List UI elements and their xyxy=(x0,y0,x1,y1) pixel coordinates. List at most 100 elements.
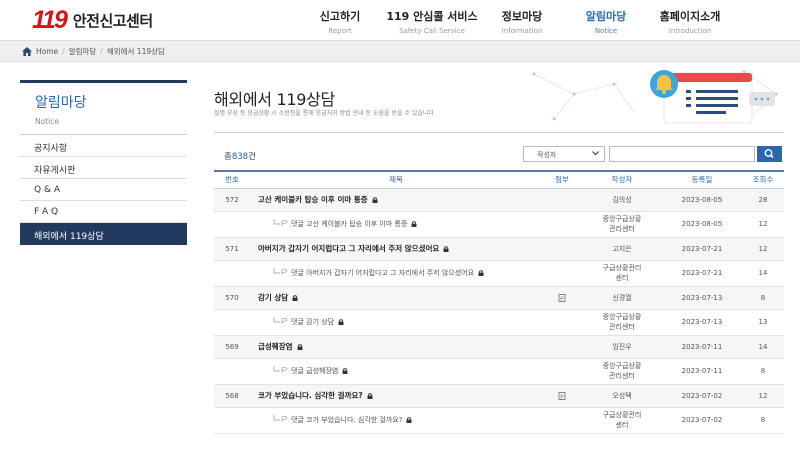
file-icon[interactable] xyxy=(558,391,566,400)
nav-sublabel: Safety Call Service xyxy=(399,27,465,35)
post-title-link[interactable]: 고산 케이블카 탑승 이후 이마 통증 xyxy=(258,195,368,204)
author-name: 김의성 xyxy=(612,195,632,204)
cell-author: 중앙구급상황 관리센터 xyxy=(582,358,662,385)
nav-notice[interactable]: 알림마당 Notice xyxy=(574,8,638,35)
post-title-link[interactable]: 감기 상담 xyxy=(306,318,334,326)
cell-title[interactable]: 아버지가 갑자기 어지럽다고 그 자리에서 주저 앉으셨어요 xyxy=(250,237,542,261)
cell-date: 2023-07-02 xyxy=(662,384,742,408)
cell-title[interactable]: 댓글 감기 상담 xyxy=(250,309,542,336)
cell-views: 12 xyxy=(742,237,784,261)
author-line1: 구급상황관리 xyxy=(602,264,642,272)
cell-views: 13 xyxy=(742,309,784,336)
nav-introduction[interactable]: 홈페이지소개 Introduction xyxy=(652,8,728,35)
cell-author: 중앙구급상황 관리센터 xyxy=(582,211,662,238)
lock-icon xyxy=(478,270,484,276)
cell-views: 8 xyxy=(742,407,784,434)
author-line2: 관리센터 xyxy=(609,225,635,233)
cell-no xyxy=(214,260,250,287)
cell-date: 2023-07-21 xyxy=(662,260,742,287)
table-row-post[interactable]: 572 고산 케이블카 탑승 이후 이마 통증 김의성 2023-08-05 28 xyxy=(214,188,784,212)
cell-no: 571 xyxy=(214,237,250,261)
table-body: 572 고산 케이블카 탑승 이후 이마 통증 김의성 2023-08-05 28 댓글 … xyxy=(214,188,784,434)
cell-title[interactable]: 고산 케이블카 탑승 이후 이마 통증 xyxy=(250,188,542,212)
home-icon[interactable] xyxy=(22,47,32,56)
author-line1: 구급상황관리 xyxy=(602,411,642,419)
sidebar-item-notice[interactable]: 공지사항 xyxy=(20,135,187,157)
reply-arrow-icon xyxy=(273,268,288,275)
author-name: 오성택 xyxy=(612,391,632,400)
col-date: 등록일 xyxy=(662,170,742,189)
sidebar-item-faq[interactable]: F A Q xyxy=(20,201,187,223)
post-title-link[interactable]: 감기 상담 xyxy=(258,293,288,302)
author-line2: 관리센터 xyxy=(609,323,635,331)
cell-title[interactable]: 급성췌장염 xyxy=(250,335,542,359)
title-divider xyxy=(214,132,784,133)
table-row-reply[interactable]: 댓글 코가 부었습니다. 심각한 걸까요? 구급상황관리 센터 2023-07-02 8 xyxy=(214,407,784,434)
cell-no: 570 xyxy=(214,286,250,310)
lock-icon xyxy=(372,197,378,203)
post-title-link[interactable]: 아버지가 갑자기 어지럽다고 그 자리에서 주저 앉으셨어요 xyxy=(258,244,439,253)
nav-label: 알림마당 xyxy=(585,10,627,23)
nav-label: 119 안심콜 서비스 xyxy=(386,10,478,23)
cell-attach xyxy=(542,384,582,408)
cell-views: 12 xyxy=(742,384,784,408)
cell-views: 8 xyxy=(742,358,784,385)
logo-text: 안전신고센터 xyxy=(72,11,153,30)
nav-information[interactable]: 정보마당 Information xyxy=(490,8,554,35)
search-button[interactable] xyxy=(757,146,782,162)
post-title-link[interactable]: 코가 부었습니다. 심각한 걸까요? xyxy=(306,416,402,424)
table-row-reply[interactable]: 댓글 고산 케이블카 탑승 이후 이마 통증 중앙구급상황 관리센터 2023-08-… xyxy=(214,211,784,238)
cell-views: 12 xyxy=(742,211,784,238)
nav-label: 정보마당 xyxy=(501,10,543,23)
sidebar-item-overseas-119[interactable]: 해외에서 119상담 xyxy=(20,223,187,245)
table-row-post[interactable]: 571 아버지가 갑자기 어지럽다고 그 자리에서 주저 앉으셨어요 고지은 2023… xyxy=(214,237,784,261)
breadcrumb-separator: / xyxy=(62,47,65,56)
reply-prefix: 댓글 xyxy=(291,416,304,424)
cell-title[interactable]: 댓글 급성췌장염 xyxy=(250,358,542,385)
sidebar-item-free-board[interactable]: 자유게시판 xyxy=(20,157,187,179)
file-icon[interactable] xyxy=(558,293,566,302)
cell-title[interactable]: 댓글 코가 부었습니다. 심각한 걸까요? xyxy=(250,407,542,434)
col-attach: 첨부 xyxy=(542,170,582,189)
notification-illustration xyxy=(532,70,778,124)
post-title-link[interactable]: 급성췌장염 xyxy=(258,342,293,351)
search-icon xyxy=(764,149,774,159)
cell-author: 신경열 xyxy=(582,286,662,310)
reply-prefix: 댓글 xyxy=(291,367,304,375)
table-row-reply[interactable]: 댓글 감기 상담 중앙구급상황 관리센터 2023-07-13 13 xyxy=(214,309,784,336)
cell-author: 고지은 xyxy=(582,237,662,261)
cell-no xyxy=(214,358,250,385)
cell-title[interactable]: 코가 부었습니다. 심각한 걸까요? xyxy=(250,384,542,408)
post-title-link[interactable]: 아버지가 갑자기 어지럽다고 그 자리에서 주저 앉으셨어요 xyxy=(306,269,474,277)
search-input[interactable] xyxy=(609,146,755,162)
breadcrumb-current: 해외에서 119상담 xyxy=(106,47,165,56)
sidebar-subtitle: Notice xyxy=(35,117,59,126)
cell-no xyxy=(214,309,250,336)
nav-report[interactable]: 신고하기 Report xyxy=(312,8,368,35)
table-row-post[interactable]: 568 코가 부었습니다. 심각한 걸까요? 오성택 2023-07-02 12 xyxy=(214,384,784,408)
table-row-post[interactable]: 569 급성췌장염 임진우 2023-07-11 14 xyxy=(214,335,784,359)
table-row-post[interactable]: 570 감기 상담 신경열 2023-07-13 8 xyxy=(214,286,784,310)
cell-title[interactable]: 감기 상담 xyxy=(250,286,542,310)
sidebar-item-qna[interactable]: Q & A xyxy=(20,179,187,201)
sidebar-menu: 공지사항 자유게시판 Q & A F A Q 해외에서 119상담 xyxy=(20,135,187,245)
author-line1: 중앙구급상황 xyxy=(602,362,642,370)
author-line2: 센터 xyxy=(615,274,629,282)
table-row-reply[interactable]: 댓글 급성췌장염 중앙구급상황 관리센터 2023-07-11 8 xyxy=(214,358,784,385)
cell-title[interactable]: 댓글 고산 케이블카 탑승 이후 이마 통증 xyxy=(250,211,542,238)
table-row-reply[interactable]: 댓글 아버지가 갑자기 어지럽다고 그 자리에서 주저 앉으셨어요 구급상황관리센… xyxy=(214,260,784,287)
cell-attach xyxy=(542,335,582,359)
sidebar: 알림마당 Notice 공지사항 자유게시판 Q & A F A Q 해외에서 … xyxy=(20,80,187,245)
post-title-link[interactable]: 코가 부었습니다. 심각한 걸까요? xyxy=(258,391,363,400)
post-title-link[interactable]: 급성췌장염 xyxy=(306,367,338,375)
cell-title[interactable]: 댓글 아버지가 갑자기 어지럽다고 그 자리에서 주저 앉으셨어요 xyxy=(250,260,542,287)
nav-safety-call[interactable]: 119 안심콜 서비스 Safety Call Service xyxy=(382,8,482,35)
cell-date: 2023-07-11 xyxy=(662,335,742,359)
page-title: 해외에서 119상담 xyxy=(214,90,335,109)
post-title-link[interactable]: 고산 케이블카 탑승 이후 이마 통증 xyxy=(306,220,407,228)
breadcrumb-home[interactable]: Home xyxy=(36,47,58,56)
lock-icon xyxy=(411,221,417,227)
search-field-select[interactable]: 작성자 xyxy=(523,146,605,162)
breadcrumb-level1[interactable]: 알림마당 xyxy=(69,46,97,57)
site-logo[interactable]: 119 안전신고센터 xyxy=(32,6,153,34)
